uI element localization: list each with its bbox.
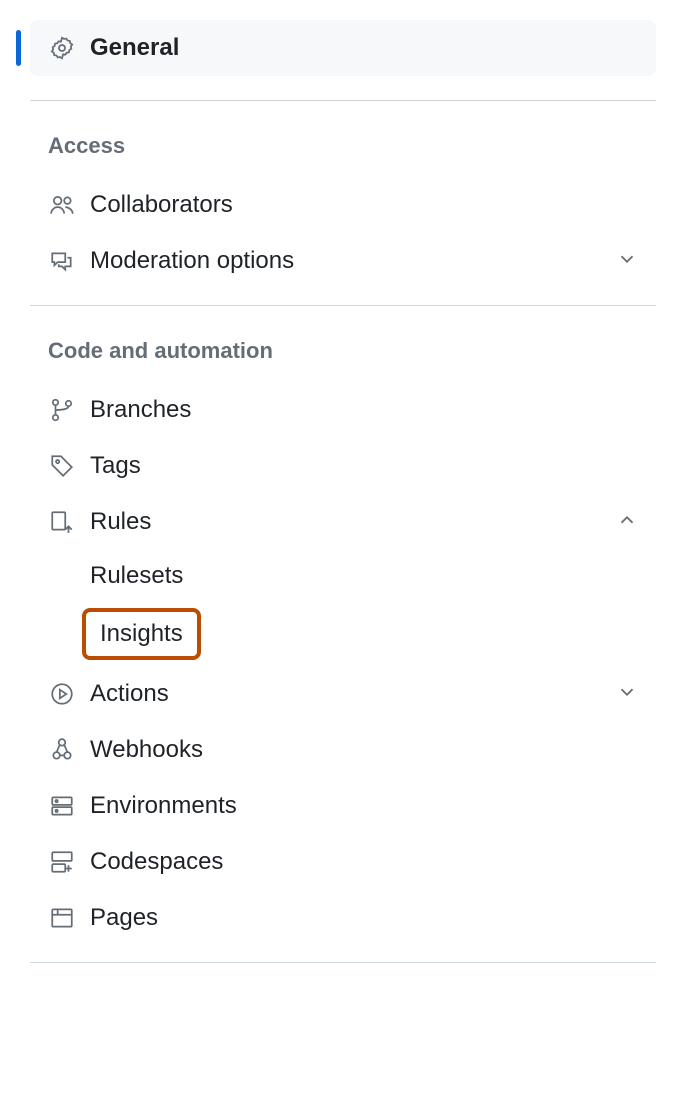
gear-icon (48, 34, 76, 62)
tag-icon (48, 452, 76, 480)
divider (30, 305, 656, 306)
codespaces-icon (48, 848, 76, 876)
divider (30, 100, 656, 101)
sidebar-item-webhooks[interactable]: Webhooks (30, 722, 656, 778)
divider (30, 962, 656, 963)
comment-discussion-icon (48, 247, 76, 275)
sidebar-item-label: Codespaces (90, 848, 638, 876)
people-icon (48, 191, 76, 219)
sidebar-item-environments[interactable]: Environments (30, 778, 656, 834)
chevron-up-icon (616, 509, 638, 536)
sidebar-item-moderation[interactable]: Moderation options (30, 233, 656, 289)
rules-icon (48, 508, 76, 536)
sidebar-subitem-rulesets[interactable]: Rulesets (30, 550, 656, 602)
sidebar-item-actions[interactable]: Actions (30, 666, 656, 722)
sidebar-item-label: General (90, 34, 179, 62)
sidebar-item-pages[interactable]: Pages (30, 890, 656, 946)
sidebar-item-label: Branches (90, 396, 638, 424)
play-circle-icon (48, 680, 76, 708)
branch-icon (48, 396, 76, 424)
sidebar-item-label: Environments (90, 792, 638, 820)
sidebar-item-label: Rules (90, 508, 616, 536)
sidebar-item-label: Actions (90, 680, 616, 708)
sidebar-item-collaborators[interactable]: Collaborators (30, 177, 656, 233)
sidebar-item-label: Pages (90, 904, 638, 932)
sidebar-item-tags[interactable]: Tags (30, 438, 656, 494)
sidebar-item-label: Collaborators (90, 191, 638, 219)
sidebar-item-general[interactable]: General (30, 20, 656, 76)
sidebar-item-label: Moderation options (90, 247, 616, 275)
sidebar-item-rules[interactable]: Rules (30, 494, 656, 550)
chevron-down-icon (616, 681, 638, 708)
section-header-code: Code and automation (30, 330, 656, 382)
chevron-down-icon (616, 248, 638, 275)
sidebar-item-label: Webhooks (90, 736, 638, 764)
browser-icon (48, 904, 76, 932)
sidebar-item-codespaces[interactable]: Codespaces (30, 834, 656, 890)
section-header-access: Access (30, 125, 656, 177)
sidebar-item-label: Tags (90, 452, 638, 480)
server-icon (48, 792, 76, 820)
sidebar-item-branches[interactable]: Branches (30, 382, 656, 438)
sidebar-subitem-insights-highlighted[interactable]: Insights (82, 608, 201, 660)
webhook-icon (48, 736, 76, 764)
